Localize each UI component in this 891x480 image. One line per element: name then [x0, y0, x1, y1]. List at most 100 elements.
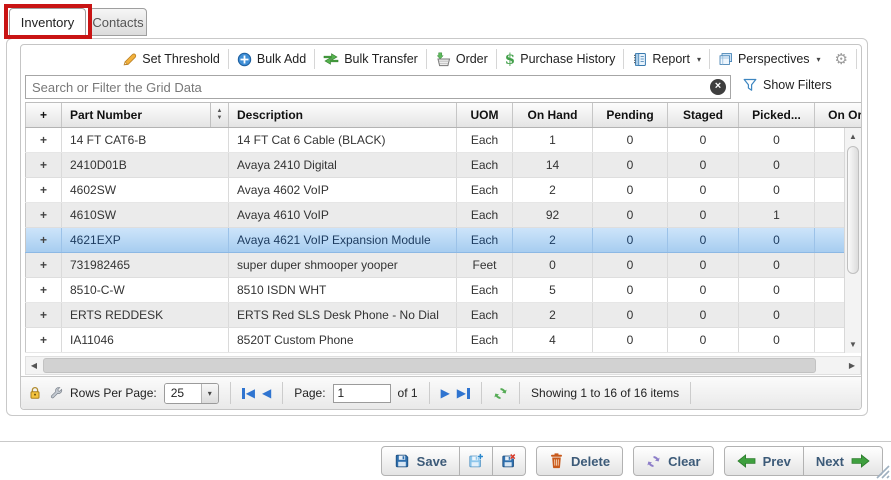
gear-icon: ⚙ [835, 52, 848, 67]
inventory-screen: { "tabs": [ {"label": "Inventory", "acti… [0, 0, 891, 480]
pager-separator [519, 382, 520, 404]
pager-separator [282, 382, 283, 404]
save-button[interactable]: Save [381, 446, 460, 476]
cell-staged: 0 [668, 228, 739, 252]
table-row[interactable]: +4602SWAvaya 4602 VoIPEach20000 [25, 178, 861, 203]
delete-button[interactable]: Delete [536, 446, 623, 476]
column-header-staged[interactable]: Staged [668, 103, 739, 127]
row-expand-button[interactable]: + [25, 303, 62, 327]
toolbar-separator [314, 49, 315, 69]
vertical-scrollbar[interactable]: ▲ ▼ [844, 128, 861, 353]
grid-settings-button[interactable]: ⚙ [828, 47, 855, 71]
cell-description: Avaya 4621 VoIP Expansion Module [229, 228, 457, 252]
table-row[interactable]: +14 FT CAT6-B14 FT Cat 6 Cable (BLACK)Ea… [25, 128, 861, 153]
save-and-close-button[interactable] [493, 446, 526, 476]
clear-search-icon[interactable]: × [710, 79, 726, 95]
table-row[interactable]: +8510-C-W8510 ISDN WHTEach50000 [25, 278, 861, 303]
next-button[interactable]: Next [804, 446, 883, 476]
column-header-description[interactable]: Description [229, 103, 457, 127]
scroll-down-icon[interactable]: ▼ [845, 337, 861, 352]
purchase-history-button[interactable]: $ Purchase History [498, 47, 623, 71]
row-expand-button[interactable]: + [25, 178, 62, 202]
prev-button[interactable]: Prev [724, 446, 804, 476]
show-filters-button[interactable]: Show Filters [743, 78, 832, 92]
table-row[interactable]: +731982465super duper shmooper yooperFee… [25, 253, 861, 278]
order-button[interactable]: Order [428, 47, 495, 71]
column-header-on-hand[interactable]: On Hand [513, 103, 593, 127]
refresh-icon[interactable] [493, 386, 508, 401]
row-expand-button[interactable]: + [25, 328, 62, 352]
chevron-down-icon: ▾ [697, 55, 701, 64]
bulk-add-button[interactable]: Bulk Add [230, 47, 313, 71]
table-row[interactable]: +4610SWAvaya 4610 VoIPEach920010 [25, 203, 861, 228]
cell-pending: 0 [593, 203, 668, 227]
cell-uom: Each [457, 153, 513, 177]
row-expand-button[interactable]: + [25, 228, 62, 252]
next-page-button[interactable]: ▶ [441, 386, 450, 400]
row-expand-button[interactable]: + [25, 128, 62, 152]
horizontal-scrollbar[interactable]: ◀ ▶ [25, 356, 861, 375]
table-row[interactable]: +IA110468520T Custom PhoneEach40000 [25, 328, 861, 353]
row-expand-button[interactable]: + [25, 153, 62, 177]
pager-separator [690, 382, 691, 404]
cell-uom: Each [457, 228, 513, 252]
row-expand-button[interactable]: + [25, 253, 62, 277]
cell-part-number: 2410D01B [62, 153, 229, 177]
cell-on-hand: 2 [513, 178, 593, 202]
arrow-right-icon [851, 454, 870, 468]
cell-uom: Each [457, 178, 513, 202]
save-button-group: Save [381, 446, 526, 476]
scroll-right-icon[interactable]: ▶ [844, 357, 860, 374]
lock-icon[interactable] [28, 386, 42, 400]
perspectives-button[interactable]: Perspectives ▾ [711, 47, 828, 71]
report-icon [632, 52, 647, 67]
set-threshold-button[interactable]: Set Threshold [115, 47, 227, 71]
cell-on-hand: 14 [513, 153, 593, 177]
rows-per-page-select[interactable]: 25 ▾ [164, 383, 219, 404]
pager-separator [481, 382, 482, 404]
grid-rows: +14 FT CAT6-B14 FT Cat 6 Cable (BLACK)Ea… [25, 128, 861, 353]
cell-staged: 0 [668, 303, 739, 327]
table-row[interactable]: +ERTS REDDESKERTS Red SLS Desk Phone - N… [25, 303, 861, 328]
tab-contacts[interactable]: Contacts [89, 8, 147, 36]
table-row[interactable]: +2410D01BAvaya 2410 DigitalEach140000 [25, 153, 861, 178]
column-header-part-number[interactable]: Part Number ▲ ▼ [62, 103, 229, 127]
column-header-picked[interactable]: Picked... [739, 103, 815, 127]
trash-icon [549, 453, 564, 469]
cell-part-number: 8510-C-W [62, 278, 229, 302]
horizontal-scroll-thumb[interactable] [43, 358, 816, 373]
cell-pending: 0 [593, 303, 668, 327]
grid-header: + Part Number ▲ ▼ Description UOM On Han… [25, 102, 861, 128]
settings-wrench-icon[interactable] [49, 386, 63, 400]
first-page-button[interactable]: ◀ [242, 386, 255, 400]
column-header-on-order[interactable]: On Order [815, 103, 861, 127]
toolbar-separator [856, 49, 857, 69]
row-expand-button[interactable]: + [25, 278, 62, 302]
cell-picked: 0 [739, 228, 815, 252]
save-and-add-button[interactable] [460, 446, 493, 476]
row-expand-button[interactable]: + [25, 203, 62, 227]
vertical-scroll-thumb[interactable] [847, 146, 859, 274]
prev-page-button[interactable]: ◀ [262, 386, 271, 400]
column-header-uom[interactable]: UOM [457, 103, 513, 127]
search-input-wrap: × [25, 75, 731, 99]
cell-pending: 0 [593, 253, 668, 277]
cell-uom: Feet [457, 253, 513, 277]
clear-button[interactable]: Clear [633, 446, 714, 476]
column-header-pending[interactable]: Pending [593, 103, 668, 127]
grid-toolbar: Set Threshold Bulk Add Bulk Transfer Ord… [21, 45, 861, 73]
scroll-up-icon[interactable]: ▲ [845, 129, 861, 144]
toolbar-separator [623, 49, 624, 69]
page-input[interactable] [333, 384, 391, 403]
table-row[interactable]: +4621EXPAvaya 4621 VoIP Expansion Module… [25, 228, 861, 253]
scroll-left-icon[interactable]: ◀ [26, 357, 42, 374]
resize-grip-icon[interactable] [873, 462, 890, 479]
sort-icon[interactable]: ▲ ▼ [210, 103, 228, 127]
report-button[interactable]: Report ▾ [625, 47, 708, 71]
search-input[interactable] [26, 76, 704, 98]
cell-uom: Each [457, 278, 513, 302]
cell-description: Avaya 2410 Digital [229, 153, 457, 177]
bulk-transfer-button[interactable]: Bulk Transfer [316, 47, 425, 71]
last-page-button[interactable]: ▶ [457, 386, 470, 400]
cell-picked: 0 [739, 303, 815, 327]
